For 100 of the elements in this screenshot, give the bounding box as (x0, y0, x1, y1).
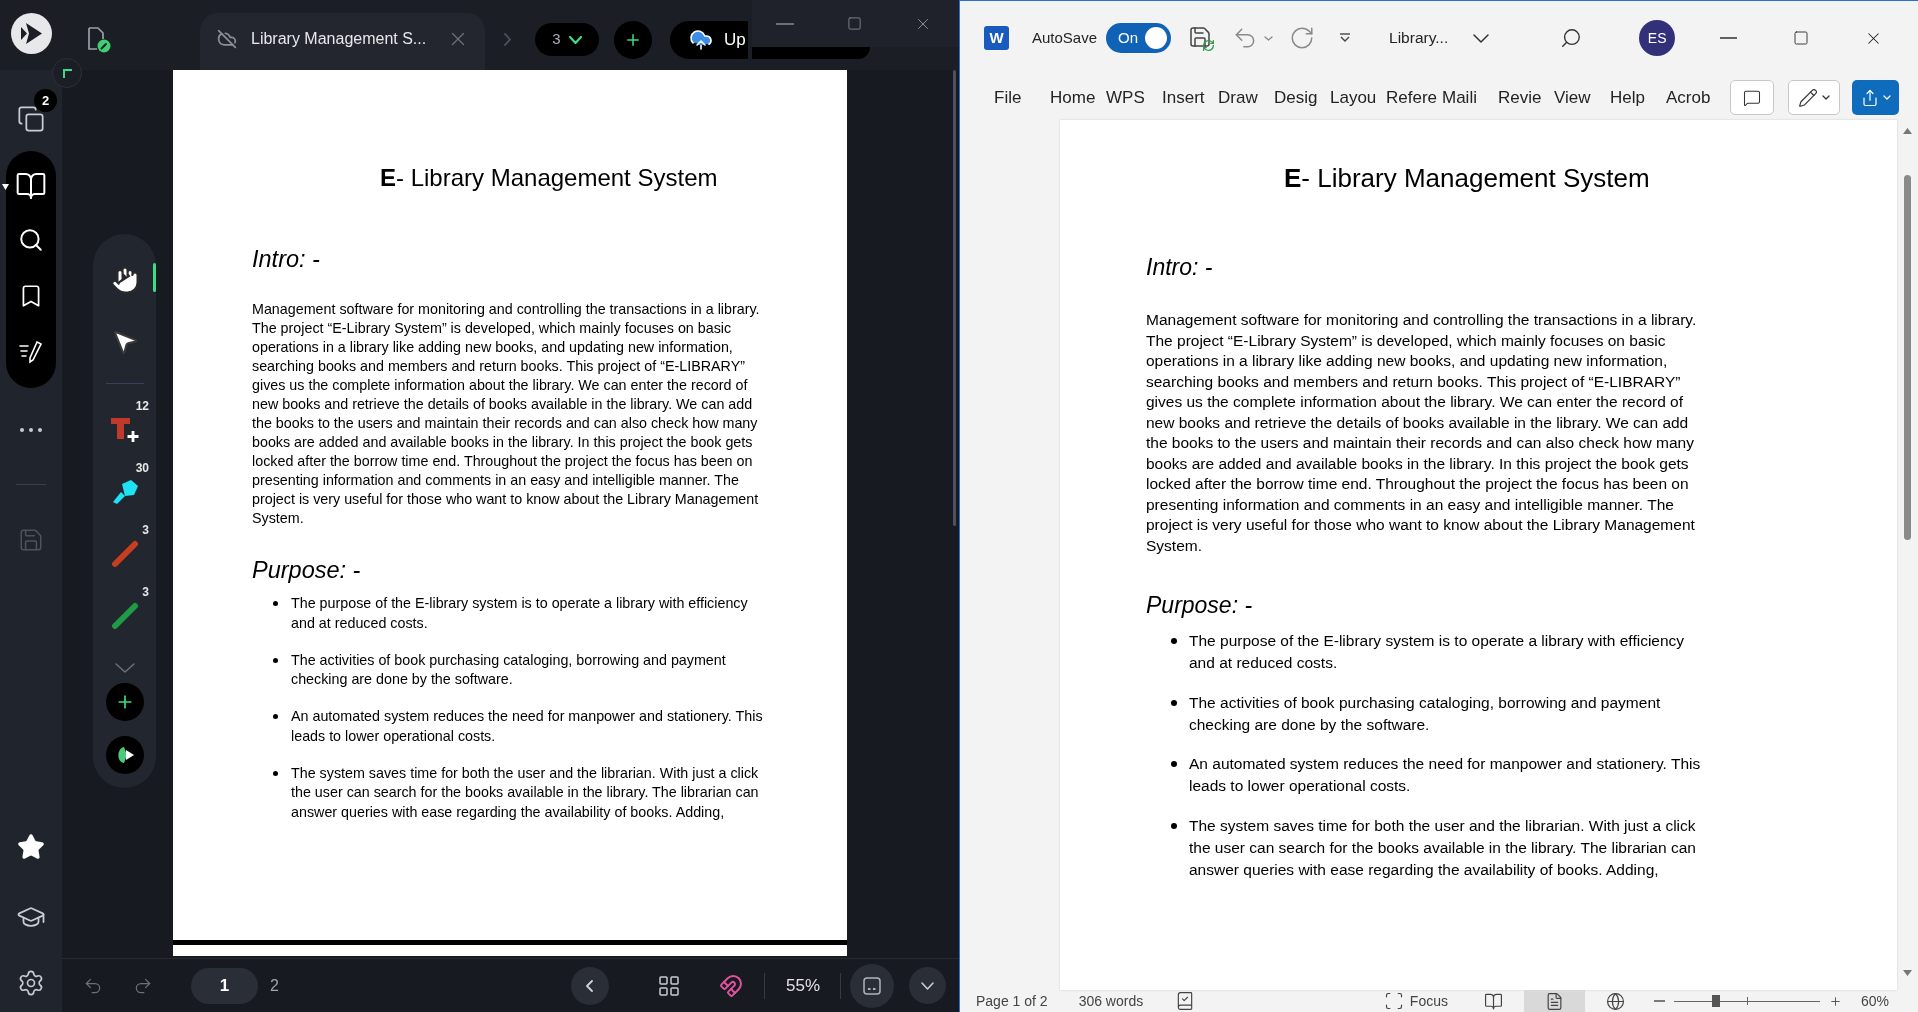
focus-icon (1383, 991, 1404, 1011)
zoom-slider[interactable] (1673, 994, 1820, 1008)
ribbon-tab[interactable]: View (1554, 84, 1610, 111)
intro-paragraph: Management software for monitoring and controlling the transactions in a library. The project “E-Library System” is developed, which mainly focuses on basic operations in a library like adding new books, and updating new information, searching books and members and return books. This project of “E-LIBRARY” gives us the complete information about the library. We can enter the record of new books and retrieve the details of books available in the library. We can add the books to the users and maintain their records and can also check how many books are added and available books in the library. In this project the book gets locked after the borrow time end. Throughout the project the focus has been on presenting information and comments in an easy and intelligible manner. The project is very useful for those who want to know about the Library Management System. (252, 300, 761, 528)
user-avatar[interactable]: ES (1639, 20, 1676, 56)
zoom-in-icon[interactable] (1828, 994, 1842, 1008)
document-title: E- Library Management System (380, 164, 718, 192)
pages-icon[interactable] (17, 105, 45, 133)
cloud-off-icon (217, 28, 237, 49)
bullet-text: The purpose of the E-library system is to operate a library with efficiency and at reduced costs. (291, 594, 749, 633)
text-tool-button[interactable]: 12 (93, 402, 156, 458)
ribbon-tab[interactable]: Acrob (1666, 84, 1722, 111)
pen-tool-button[interactable]: 3 (93, 526, 156, 582)
zoom-level: 55% (785, 974, 820, 997)
previous-page-button[interactable] (570, 966, 609, 1005)
hand-icon (109, 265, 140, 295)
editing-button[interactable] (1788, 80, 1840, 115)
intro-paragraph: Management software for monitoring and controlling the transactions in a library. The project “E-Library System” is developed, which mainly focuses on basic operations in a library like adding new books, and updating new information, searching books and members and return books. This project of “E-LIBRARY” gives us the complete information about the library. We can enter the record of new books and retrieve the details of books available in the library. We can add the books to the users and maintain their records and can also check how many books are added and available books in the library. In this project the book gets locked after the borrow time end. Throughout the project the focus has been on presenting information and comments in an easy and intelligible manner. The project is very useful for those who want to know about the Library Management System. (1146, 310, 1698, 556)
app-logo[interactable]: W (984, 26, 1009, 50)
more-options-button[interactable] (909, 967, 946, 1004)
page-count-status[interactable]: Page 1 of 2 (976, 990, 1048, 1012)
maximize-icon[interactable] (1793, 30, 1810, 46)
caret-icon (1822, 95, 1830, 100)
comments-button[interactable] (1730, 80, 1774, 115)
caret-icon[interactable] (1264, 35, 1274, 41)
caret-icon (1882, 95, 1891, 100)
settings-icon[interactable] (17, 969, 45, 997)
document-name[interactable]: Library... (1389, 26, 1449, 50)
zoom-percentage[interactable]: 60% (1860, 990, 1889, 1012)
redo-icon[interactable] (1289, 25, 1316, 51)
autosave-label: AutoSave (1032, 27, 1098, 48)
bullet-text: The system saves time for both the user and the librarian. With just a click the user can search for the books available in the library. The librarian can answer queries with ease regarding the availability of books. Adding, (291, 763, 760, 822)
file-wrench-icon[interactable] (85, 25, 111, 53)
highlighter-tool-button[interactable]: 30 (93, 464, 156, 520)
search-icon[interactable] (1560, 27, 1583, 49)
chevron-down-icon[interactable] (1473, 33, 1490, 43)
save-sync-icon[interactable] (1188, 24, 1216, 52)
add-tool-button[interactable] (105, 683, 144, 721)
ribbon-tab[interactable]: Help (1610, 84, 1666, 111)
more-icon[interactable] (20, 428, 42, 432)
scrollbar-thumb[interactable] (1904, 175, 1911, 540)
minimize-icon[interactable] (776, 22, 794, 25)
ribbon-tab[interactable]: Draw (1218, 84, 1274, 111)
bullet-text: An automated system reduces the need for manpower and stationery. This leads to lower operational costs. (291, 707, 764, 746)
panel-button[interactable] (850, 963, 894, 1008)
panel-icon (863, 976, 881, 995)
word-count-status[interactable]: 306 words (1078, 990, 1144, 1012)
app-logo-icon[interactable] (11, 13, 52, 54)
ribbon-tab[interactable]: WPS (1106, 84, 1162, 111)
chevron-left-icon (586, 979, 594, 992)
chevron-down-icon (568, 35, 582, 44)
upload-button[interactable]: Up (670, 21, 748, 59)
grid-icon[interactable] (656, 973, 681, 998)
plus-icon (624, 31, 642, 49)
toggle-knob-icon (1145, 27, 1168, 49)
section-heading: Intro: - (252, 245, 320, 273)
ribbon-tab[interactable]: Refere (1386, 84, 1442, 111)
tab-title: Library Management S... (251, 28, 427, 49)
section-heading: Purpose: - (252, 556, 361, 584)
bullet-text: The activities of book purchasing cataloging, borrowing and payment checking are done by the software. (291, 650, 727, 689)
star-icon[interactable] (17, 833, 45, 861)
ribbon-tab[interactable]: Layou (1330, 84, 1386, 111)
scroll-down-icon[interactable] (1903, 970, 1912, 976)
ribbon-tab[interactable]: Revie (1498, 84, 1554, 111)
print-layout-button[interactable] (1523, 990, 1585, 1012)
dropdown-triangle-icon (2, 184, 9, 190)
search-icon[interactable] (18, 227, 44, 253)
scrollbar-thumb[interactable] (953, 70, 956, 526)
book-icon[interactable] (15, 170, 47, 202)
document-tab[interactable]: Library Management S... (200, 13, 485, 70)
bullet-text: The system saves time for both the user and the librarian. With just a click the user can search for the books available in the library. The librarian can answer queries with ease regarding the availability of books. Adding, (1189, 815, 1697, 881)
logo-icon[interactable] (105, 736, 144, 774)
open-tabs-button[interactable]: 3 (535, 23, 599, 56)
page-number-button[interactable]: 1 (191, 967, 258, 1004)
autosave-toggle[interactable]: On (1106, 23, 1172, 53)
speech-bubble-icon (1743, 88, 1761, 107)
ribbon-tab[interactable]: Home (1050, 84, 1106, 111)
focus-button[interactable]: Focus (1383, 990, 1448, 1012)
cloud-upload-icon (689, 28, 713, 52)
ribbon-tab[interactable]: Desig (1274, 84, 1330, 111)
notes-pen-icon[interactable] (18, 339, 44, 365)
scroll-up-icon[interactable] (1903, 128, 1912, 134)
maximize-icon[interactable] (847, 16, 862, 31)
share-icon (1860, 88, 1879, 107)
customize-toolbar-icon[interactable] (1339, 33, 1352, 43)
slider-thumb[interactable] (1712, 995, 1721, 1007)
ribbon-tab[interactable]: File (994, 84, 1050, 111)
document-title: E- Library Management System (1284, 162, 1650, 194)
book-icon (1483, 991, 1503, 1011)
share-button[interactable] (1852, 80, 1899, 115)
ribbon-tab[interactable]: Maili (1442, 84, 1498, 111)
minimize-icon[interactable] (1720, 37, 1738, 39)
section-heading: Purpose: - (1146, 591, 1253, 619)
bullet-text: The purpose of the E-library system is to operate a library with efficiency and at reduced costs. (1189, 631, 1686, 674)
pencil-icon (1798, 87, 1818, 108)
pen-tool-button[interactable]: 3 (93, 588, 156, 644)
page-number-button[interactable]: 2 (268, 973, 281, 998)
magnet-icon[interactable] (718, 973, 743, 998)
new-tab-button[interactable] (614, 21, 652, 59)
ribbon-tab[interactable]: Insert (1162, 84, 1218, 111)
